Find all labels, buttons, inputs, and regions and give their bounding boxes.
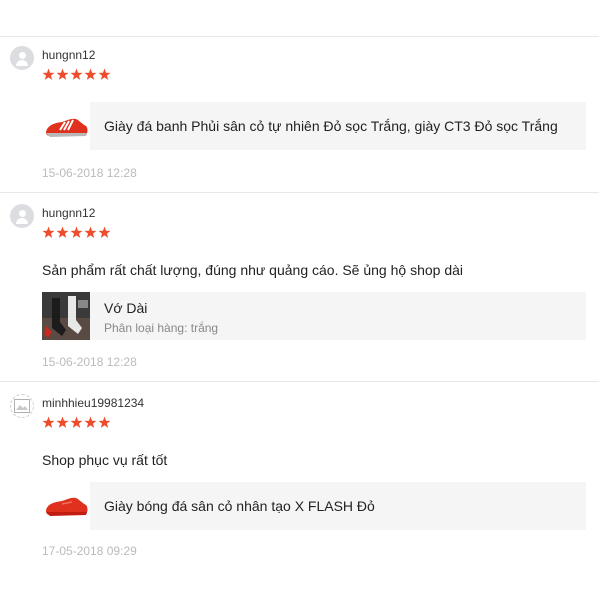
rating-stars bbox=[42, 416, 112, 430]
socks-photo-icon[interactable] bbox=[42, 292, 90, 340]
star-icon bbox=[98, 68, 111, 80]
rating-stars bbox=[42, 68, 112, 82]
star-icon bbox=[84, 226, 97, 238]
product-name[interactable]: Giày đá banh Phủi sân cỏ tự nhiên Đỏ sọc… bbox=[104, 118, 558, 134]
star-icon bbox=[42, 226, 55, 238]
review-username[interactable]: hungnn12 bbox=[42, 48, 95, 62]
review-date: 15-06-2018 12:28 bbox=[42, 355, 137, 369]
star-icon bbox=[70, 416, 83, 428]
star-icon bbox=[84, 68, 97, 80]
product-variation: Phân loại hàng: trắng bbox=[104, 321, 219, 335]
reviewed-product[interactable]: Giày đá banh Phủi sân cỏ tự nhiên Đỏ sọc… bbox=[42, 102, 586, 150]
rating-stars bbox=[42, 226, 112, 240]
review-username[interactable]: minhhieu19981234 bbox=[42, 396, 144, 410]
review-date: 17-05-2018 09:29 bbox=[42, 544, 137, 558]
reviewed-product[interactable]: Giày bóng đá sân cỏ nhân tạo X FLASH Đỏ bbox=[42, 482, 586, 530]
star-icon bbox=[70, 226, 83, 238]
star-rating-graphic bbox=[42, 68, 111, 80]
star-icon bbox=[42, 68, 55, 80]
star-icon bbox=[98, 226, 111, 238]
review-comment: Shop phục vụ rất tốt bbox=[42, 452, 168, 468]
star-icon bbox=[70, 68, 83, 80]
star-icon bbox=[56, 416, 69, 428]
product-reviews-list: hungnn12 Giày đá banh Phủi sân cỏ tự nhi… bbox=[0, 0, 599, 599]
divider bbox=[0, 192, 599, 193]
product-name[interactable]: Giày bóng đá sân cỏ nhân tạo X FLASH Đỏ bbox=[104, 498, 375, 514]
star-rating-graphic bbox=[42, 226, 111, 238]
star-icon bbox=[56, 226, 69, 238]
divider bbox=[0, 381, 599, 382]
review-username[interactable]: hungnn12 bbox=[42, 206, 95, 220]
star-icon bbox=[98, 416, 111, 428]
product-name[interactable]: Vớ Dài bbox=[104, 300, 147, 316]
star-icon bbox=[84, 416, 97, 428]
star-icon bbox=[56, 68, 69, 80]
star-icon bbox=[42, 416, 55, 428]
reviewed-product[interactable]: Vớ Dài Phân loại hàng: trắng bbox=[42, 292, 586, 340]
red-shoe-white-stripes-icon[interactable] bbox=[42, 102, 90, 150]
divider bbox=[0, 36, 599, 37]
review-date: 15-06-2018 12:28 bbox=[42, 166, 137, 180]
red-shoe-icon[interactable] bbox=[42, 482, 90, 530]
review-comment: Sản phẩm rất chất lượng, đúng như quảng … bbox=[42, 262, 463, 278]
star-rating-graphic bbox=[42, 416, 111, 428]
user-avatar-icon[interactable] bbox=[10, 204, 34, 228]
broken-image-icon[interactable] bbox=[10, 394, 34, 418]
user-avatar-icon[interactable] bbox=[10, 46, 34, 70]
